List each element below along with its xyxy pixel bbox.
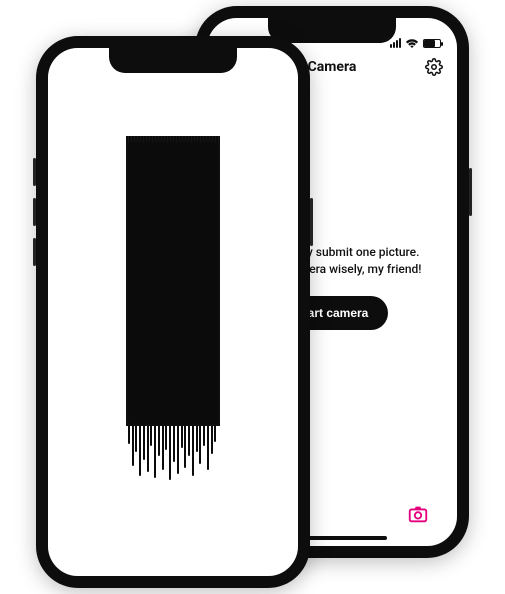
cellular-icon xyxy=(390,38,401,48)
page-title: Camera xyxy=(308,59,357,75)
phone-front xyxy=(36,36,310,588)
battery-icon xyxy=(423,39,441,48)
wifi-icon xyxy=(405,38,419,48)
notch xyxy=(109,47,237,73)
notch xyxy=(268,17,396,43)
camera-icon xyxy=(407,503,429,525)
tab-camera[interactable] xyxy=(407,503,429,525)
screen-splash xyxy=(48,48,298,576)
splash-content xyxy=(48,48,298,576)
brushstroke-logo xyxy=(126,136,220,426)
status-indicators xyxy=(390,38,441,48)
settings-button[interactable] xyxy=(423,56,445,78)
gear-icon xyxy=(425,58,443,76)
brushstroke-bristles xyxy=(126,426,220,482)
